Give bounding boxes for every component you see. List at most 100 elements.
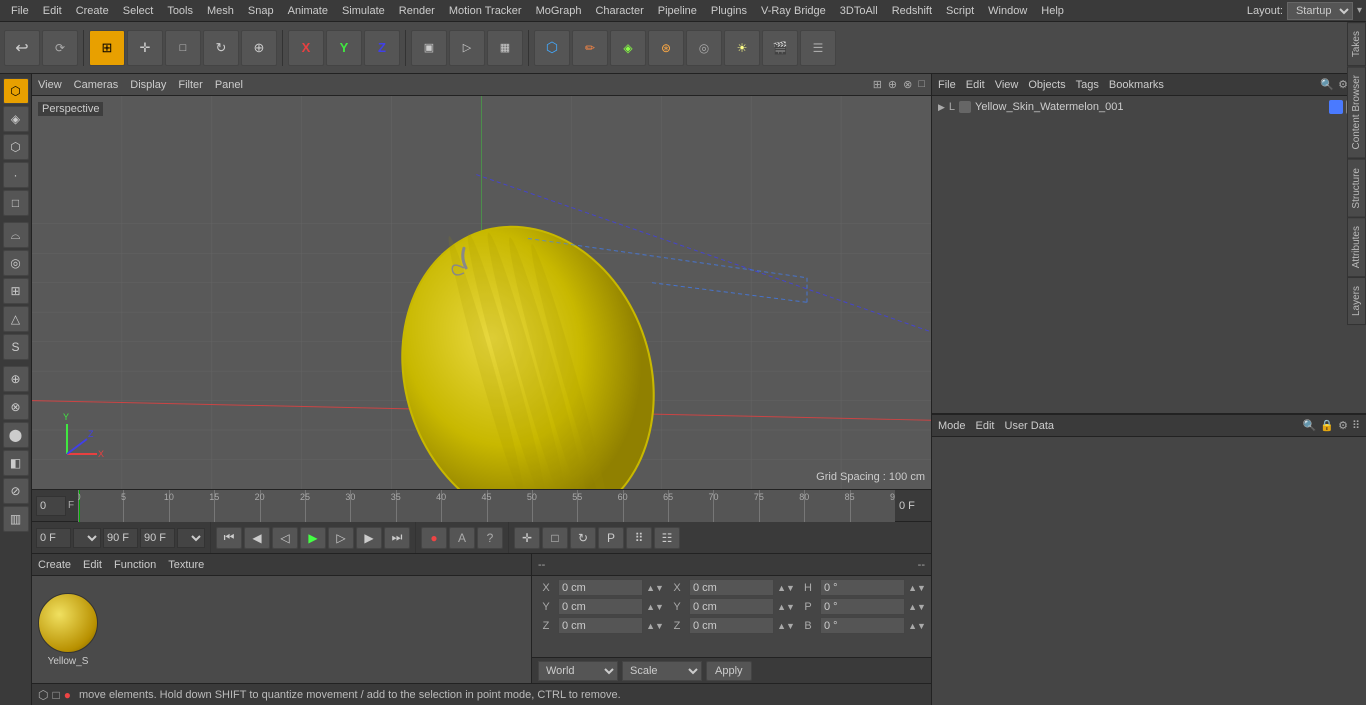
help-button[interactable]: ? bbox=[477, 527, 503, 549]
attr-menu-edit[interactable]: Edit bbox=[976, 420, 995, 432]
attr-grid-icon[interactable]: ⠿ bbox=[1352, 419, 1360, 432]
playback-end-frame-1[interactable] bbox=[103, 528, 138, 548]
p-arrow[interactable]: ▲▼ bbox=[907, 598, 927, 615]
fields-button[interactable]: ☰ bbox=[800, 30, 836, 66]
scale-button[interactable]: □ bbox=[165, 30, 201, 66]
next-play-button[interactable]: ▷ bbox=[328, 527, 354, 549]
viewport-icon-3[interactable]: ⊗ bbox=[903, 78, 912, 91]
render-to-po-button[interactable]: ▦ bbox=[487, 30, 523, 66]
model-mode-button[interactable]: ⊞ bbox=[89, 30, 125, 66]
menu-simulate[interactable]: Simulate bbox=[335, 3, 392, 19]
viewport-menu-cameras[interactable]: Cameras bbox=[74, 79, 119, 91]
obj-header-file[interactable]: File bbox=[938, 79, 956, 91]
obj-header-tags[interactable]: Tags bbox=[1076, 79, 1099, 91]
tool3-button[interactable]: △ bbox=[3, 306, 29, 332]
b-input[interactable] bbox=[820, 617, 905, 634]
material-item[interactable]: Yellow_S bbox=[38, 593, 98, 667]
timeline-ruler[interactable]: 051015202530354045505560657075808590 bbox=[78, 490, 895, 522]
menu-help[interactable]: Help bbox=[1034, 3, 1071, 19]
prev-play-button[interactable]: ◁ bbox=[272, 527, 298, 549]
obj-header-view[interactable]: View bbox=[995, 79, 1019, 91]
attr-lock-icon[interactable]: 🔒 bbox=[1320, 419, 1334, 432]
prev-frame-button[interactable]: ◀ bbox=[244, 527, 270, 549]
y-rot-arrow[interactable]: ▲▼ bbox=[776, 598, 796, 615]
obj-header-edit[interactable]: Edit bbox=[966, 79, 985, 91]
anim-button[interactable]: ☷ bbox=[654, 527, 680, 549]
tool2-button[interactable]: ⊞ bbox=[3, 278, 29, 304]
playback-fps-select[interactable] bbox=[177, 528, 205, 548]
lock-button[interactable]: P bbox=[598, 527, 624, 549]
tab-structure[interactable]: Structure bbox=[1347, 159, 1366, 218]
menu-pipeline[interactable]: Pipeline bbox=[651, 3, 704, 19]
z-axis-button[interactable]: Z bbox=[364, 30, 400, 66]
menu-script[interactable]: Script bbox=[939, 3, 981, 19]
goto-start-button[interactable]: ⏮ bbox=[216, 527, 242, 549]
x-pos-input[interactable] bbox=[558, 579, 643, 596]
redo-button[interactable]: ⟳ bbox=[42, 30, 78, 66]
dots-button[interactable]: ⠿ bbox=[626, 527, 652, 549]
menu-window[interactable]: Window bbox=[981, 3, 1034, 19]
timeline-start-input[interactable] bbox=[36, 496, 66, 516]
auto-key-button[interactable]: A bbox=[449, 527, 475, 549]
x-rot-input[interactable] bbox=[689, 579, 774, 596]
nurbs-button[interactable]: ◈ bbox=[610, 30, 646, 66]
softselect-button[interactable]: ⌓ bbox=[3, 222, 29, 248]
menu-select[interactable]: Select bbox=[116, 3, 161, 19]
tool6-button[interactable]: ⊗ bbox=[3, 394, 29, 420]
attr-menu-userdata[interactable]: User Data bbox=[1005, 420, 1055, 432]
use-mesh-button[interactable]: ◈ bbox=[3, 106, 29, 132]
obj-visible-icon[interactable] bbox=[1329, 100, 1343, 114]
tool7-button[interactable]: ⬤ bbox=[3, 422, 29, 448]
next-frame-button[interactable]: ▶ bbox=[356, 527, 382, 549]
transform-button[interactable]: ⊕ bbox=[241, 30, 277, 66]
goto-end-button[interactable]: ⏭ bbox=[384, 527, 410, 549]
tool10-button[interactable]: ▥ bbox=[3, 506, 29, 532]
p-input[interactable] bbox=[820, 598, 905, 615]
z-rot-arrow[interactable]: ▲▼ bbox=[776, 617, 796, 634]
spline-button[interactable]: ✏ bbox=[572, 30, 608, 66]
use-edge-button[interactable]: ⬡ bbox=[3, 134, 29, 160]
menu-vray[interactable]: V-Ray Bridge bbox=[754, 3, 833, 19]
viewport-menu-view[interactable]: View bbox=[38, 79, 62, 91]
material-menu-create[interactable]: Create bbox=[38, 559, 71, 571]
tool1-button[interactable]: ◎ bbox=[3, 250, 29, 276]
menu-create[interactable]: Create bbox=[69, 3, 116, 19]
menu-motion-tracker[interactable]: Motion Tracker bbox=[442, 3, 529, 19]
menu-character[interactable]: Character bbox=[588, 3, 650, 19]
menu-mograph[interactable]: MoGraph bbox=[529, 3, 589, 19]
move-tool-button[interactable]: ✛ bbox=[514, 527, 540, 549]
obj-header-objects[interactable]: Objects bbox=[1028, 79, 1065, 91]
tool9-button[interactable]: ⊘ bbox=[3, 478, 29, 504]
menu-edit[interactable]: Edit bbox=[36, 3, 69, 19]
attr-menu-mode[interactable]: Mode bbox=[938, 420, 966, 432]
object-item-watermelon[interactable]: ▶ L Yellow_Skin_Watermelon_001 bbox=[934, 98, 1364, 116]
z-pos-arrow[interactable]: ▲▼ bbox=[645, 617, 665, 634]
menu-snap[interactable]: Snap bbox=[241, 3, 281, 19]
tab-attributes[interactable]: Attributes bbox=[1347, 217, 1366, 277]
use-poly-button[interactable]: □ bbox=[3, 190, 29, 216]
tool5-button[interactable]: ⊕ bbox=[3, 366, 29, 392]
z-pos-input[interactable] bbox=[558, 617, 643, 634]
tool8-button[interactable]: ◧ bbox=[3, 450, 29, 476]
obj-search-icon[interactable]: 🔍 bbox=[1320, 78, 1334, 91]
rotate-tool-button[interactable]: ↻ bbox=[570, 527, 596, 549]
scene-button[interactable]: 🎬 bbox=[762, 30, 798, 66]
y-axis-button[interactable]: Y bbox=[326, 30, 362, 66]
deformer-button[interactable]: ⊛ bbox=[648, 30, 684, 66]
undo-button[interactable]: ↩ bbox=[4, 30, 40, 66]
play-button[interactable]: ▶ bbox=[300, 527, 326, 549]
menu-mesh[interactable]: Mesh bbox=[200, 3, 241, 19]
light-button[interactable]: ☀ bbox=[724, 30, 760, 66]
menu-render[interactable]: Render bbox=[392, 3, 442, 19]
viewport-menu-filter[interactable]: Filter bbox=[178, 79, 202, 91]
viewport-menu-panel[interactable]: Panel bbox=[215, 79, 243, 91]
viewport-icon-2[interactable]: ⊕ bbox=[888, 78, 897, 91]
z-rot-input[interactable] bbox=[689, 617, 774, 634]
camera-button[interactable]: ◎ bbox=[686, 30, 722, 66]
material-menu-edit[interactable]: Edit bbox=[83, 559, 102, 571]
render-view-button[interactable]: ▷ bbox=[449, 30, 485, 66]
tool4-button[interactable]: S bbox=[3, 334, 29, 360]
menu-file[interactable]: File bbox=[4, 3, 36, 19]
menu-tools[interactable]: Tools bbox=[160, 3, 200, 19]
viewport-menu-display[interactable]: Display bbox=[130, 79, 166, 91]
